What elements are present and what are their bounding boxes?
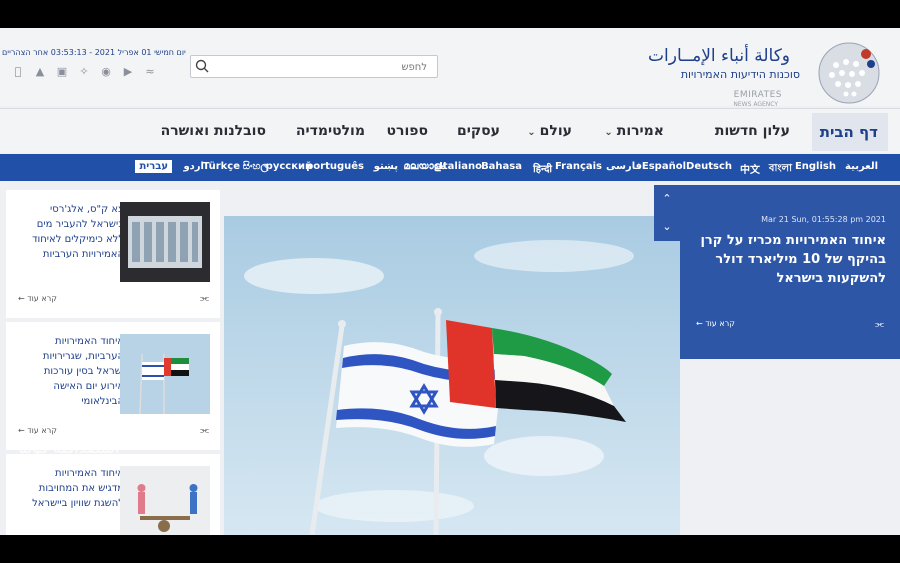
search-icon[interactable] — [195, 59, 209, 73]
lang-spanish[interactable]: Español — [642, 161, 686, 172]
facebook-icon[interactable]: ▣ — [56, 66, 68, 78]
lang-hindi[interactable]: हिन्दी — [533, 161, 552, 175]
lang-sinhala[interactable]: සිංහල — [243, 161, 268, 172]
lang-english[interactable]: English — [795, 161, 836, 172]
watermark-english: CREDIBILITY IS OUR STRENGTH — [18, 462, 106, 486]
nav-item-multimedia[interactable]: מולטימדיה — [296, 123, 365, 139]
video-watermark: المصداقية قوتنا CREDIBILITY IS OUR STRENG… — [18, 438, 120, 487]
card-image — [120, 466, 210, 535]
twitter-icon[interactable]: ✧ — [78, 66, 90, 78]
lang-bahasa[interactable]: Bahasa — [481, 161, 522, 172]
read-more-link[interactable]: ← קרא עוד — [18, 294, 57, 303]
social-links:  ▲ ▣ ✧ ◉ ▶ ≈ — [12, 66, 156, 78]
chevron-up-icon[interactable]: ⌃ — [654, 185, 680, 213]
share-icon[interactable]: ⫘ — [875, 319, 884, 330]
nav-item-home[interactable]: דף הבית — [812, 113, 888, 151]
browser-screen: יום חמישי 01 אפריל 2021 - 03:53:13 אחר ה… — [0, 28, 900, 535]
main-nav: דף הבית עלון חדשות ⌄ אמירות ⌄ עולם עסקים ס… — [0, 108, 900, 153]
youtube-icon[interactable]: ▶ — [122, 66, 134, 78]
read-more-link[interactable]: ← קרא עוד — [18, 426, 57, 435]
search-input[interactable] — [215, 58, 429, 76]
lang-german[interactable]: Deutsch — [686, 161, 732, 172]
logo-english-sub: NEWS AGENCY — [733, 101, 778, 108]
lang-french[interactable]: Français — [555, 161, 602, 172]
carousel-arrows: ⌃ ⌄ — [654, 185, 680, 241]
lang-farsi[interactable]: فارسی — [606, 161, 642, 172]
story-date: Mar 21 Sun, 01:55:28 pm 2021 — [761, 215, 886, 224]
card-image — [120, 202, 210, 282]
read-more-link[interactable]: ← קרא עוד — [696, 319, 735, 328]
watermark-arabic: المصداقية قوتنا — [18, 438, 120, 457]
list-item[interactable]: צא ק"ס, אלג'רסי בישראל להעביר מים ללא כי… — [6, 190, 220, 318]
nav-item-world[interactable]: ⌄ עולם — [527, 123, 572, 139]
logo-english: EMIRATES — [733, 90, 782, 100]
share-icon[interactable]: ⫘ — [200, 425, 209, 436]
logo-arabic: وكالة أنباء الإمــارات — [648, 46, 790, 66]
nav-item-sport[interactable]: ספורט — [387, 123, 428, 139]
top-bar: יום חמישי 01 אפריל 2021 - 03:53:13 אחר ה… — [0, 28, 900, 108]
chevron-down-icon: ⌄ — [527, 127, 536, 138]
site-logo[interactable]: وكالة أنباء الإمــارات סוכנות הידיעות הא… — [648, 40, 882, 110]
language-bar: العربية English বাংলা 中文 Deutsch Español… — [0, 154, 900, 181]
story-title[interactable]: איחוד האמירויות מכריז על קרן בהיקף של 10… — [696, 231, 886, 288]
instagram-icon[interactable]: ◉ — [100, 66, 112, 78]
lang-russian[interactable]: русский — [266, 161, 312, 172]
nav-item-newsletter[interactable]: עלון חדשות — [715, 123, 790, 139]
android-icon[interactable]: ▲ — [34, 66, 46, 78]
lang-turkish[interactable]: Türkçe — [203, 161, 240, 172]
lang-malayalam[interactable]: മലയാളം — [404, 161, 445, 172]
chevron-down-icon: ⌄ — [604, 127, 613, 138]
lang-chinese[interactable]: 中文 — [740, 161, 760, 176]
featured-story[interactable]: Mar 21 Sun, 01:55:28 pm 2021 איחוד האמיר… — [680, 185, 900, 359]
card-title[interactable]: צא ק"ס, אלג'רסי בישראל להעביר מים ללא כי… — [28, 202, 124, 262]
nav-item-emirates[interactable]: ⌄ אמירות — [604, 123, 664, 139]
card-title[interactable]: איחוד האמירויות הערביות, שגרירויות ישראל… — [28, 334, 124, 409]
globe-icon — [818, 42, 880, 104]
logo-hebrew: סוכנות הידיעות האמירויות — [680, 68, 800, 81]
lang-italian[interactable]: Italiano — [439, 161, 482, 172]
search-box — [190, 55, 438, 78]
lang-portuguese[interactable]: português — [306, 161, 364, 172]
lang-arabic[interactable]: العربية — [845, 161, 878, 172]
rss-icon[interactable]: ≈ — [144, 66, 156, 78]
nav-item-business[interactable]: עסקים — [457, 123, 500, 139]
nav-item-tolerance[interactable]: סובלנות ואושרה — [161, 123, 266, 139]
share-icon[interactable]: ⫘ — [200, 293, 209, 304]
chevron-down-icon[interactable]: ⌄ — [654, 213, 680, 241]
lang-urdu[interactable]: اردو — [183, 161, 204, 172]
lang-pashto[interactable]: پښتو — [374, 161, 398, 172]
hero-image[interactable] — [224, 216, 680, 535]
current-date: יום חמישי 01 אפריל 2021 - 03:53:13 אחר ה… — [2, 48, 186, 57]
card-image — [120, 334, 210, 414]
lang-bengali[interactable]: বাংলা — [769, 161, 792, 178]
list-item[interactable]: איחוד האמירויות הערביות, שגרירויות ישראל… — [6, 322, 220, 450]
lang-hebrew[interactable]: עברית — [135, 160, 172, 173]
apple-icon[interactable]:  — [12, 66, 24, 78]
